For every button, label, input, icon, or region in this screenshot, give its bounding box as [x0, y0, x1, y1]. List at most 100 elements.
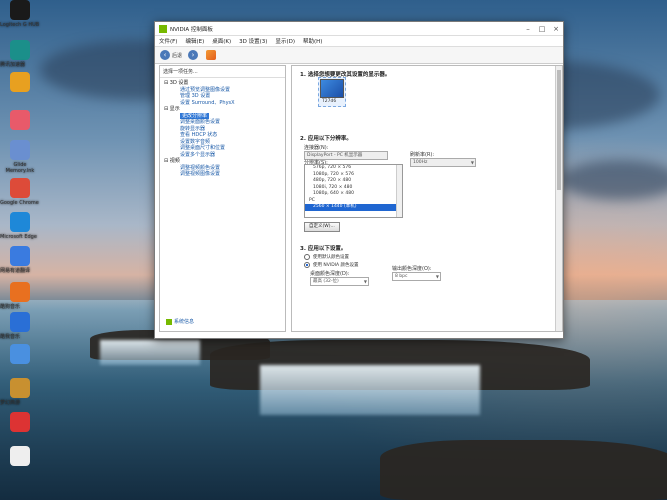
menu-file[interactable]: 文件(F): [159, 37, 177, 45]
tree-item-label: 调整视频颜色设置: [180, 164, 221, 171]
nvidia-logo-icon: [159, 24, 167, 33]
nvidia-color-label: 使用 NVIDIA 颜色设置: [313, 263, 359, 268]
system-info-link[interactable]: 系统信息: [166, 318, 194, 325]
monitor-label: T27d6: [322, 99, 337, 104]
app-icon: [10, 178, 30, 198]
desktop-depth-label: 桌面颜色深度(D):: [310, 271, 350, 277]
refresh-rate-label: 刷新率(R):: [410, 152, 435, 158]
wallpaper-rock: [380, 440, 667, 500]
back-arrow-icon[interactable]: ‹: [160, 50, 170, 60]
app-icon: [10, 110, 30, 130]
desktop-shortcut-label: 腾讯加速器: [0, 62, 26, 68]
app-icon: [10, 344, 30, 364]
wallpaper-waterfall: [100, 340, 200, 365]
tree-item-label: 旋转显示器: [180, 125, 206, 132]
menu-desktop[interactable]: 桌面(K): [212, 37, 231, 45]
close-icon[interactable]: ×: [549, 25, 563, 33]
tree-item-label: 通过预览调整图像设置: [180, 86, 231, 93]
content-pane: 1. 选择您想要更改其设置的显示器。 T27d6 2. 应用以下分辨率。 连接器…: [291, 65, 563, 332]
title-bar[interactable]: NVIDIA 控制面板 – □ ×: [155, 22, 563, 36]
app-icon: [10, 212, 30, 232]
tree-category-label: 3D 设置: [169, 80, 189, 86]
output-depth-select[interactable]: 8 bpc ▼: [392, 272, 441, 281]
desktop-shortcut[interactable]: [0, 110, 40, 132]
desktop-shortcut-label: Logitech G HUB: [0, 22, 40, 28]
tree-item-label: 管理 3D 设置: [180, 93, 211, 99]
tree-item-label: 查看 HDCP 状态: [180, 132, 218, 138]
desktop-shortcut[interactable]: 腾讯加速器: [0, 40, 40, 68]
desktop-shortcut[interactable]: 酷狗音乐: [0, 282, 40, 310]
desktop-shortcut-label: Microsoft Edge: [0, 234, 37, 240]
toolbar: ‹ 后退 ›: [155, 47, 563, 64]
desktop-shortcut-label: Glide Memory.lnk: [5, 162, 35, 174]
app-icon: [10, 0, 30, 20]
radio-button-icon: [304, 254, 310, 260]
step3-heading: 3. 应用以下设置。: [300, 246, 347, 252]
back-label[interactable]: 后退: [172, 52, 182, 59]
menu-display[interactable]: 显示(D): [275, 37, 295, 45]
default-color-label: 使用默认颜色设置: [313, 255, 349, 260]
default-color-radio[interactable]: 使用默认颜色设置: [304, 254, 349, 260]
desktop-shortcut[interactable]: [0, 72, 40, 94]
app-icon: [10, 378, 30, 398]
monitor-icon: [320, 79, 344, 98]
window-title: NVIDIA 控制面板: [170, 26, 213, 33]
desktop-shortcut-label: 梦幻西游: [0, 400, 21, 406]
chevron-down-icon: ▼: [435, 274, 439, 279]
desktop-shortcut[interactable]: Microsoft Edge: [0, 212, 40, 240]
desktop-shortcut[interactable]: [0, 412, 40, 434]
desktop-shortcut[interactable]: Logitech G HUB: [0, 0, 40, 28]
connector-label: 连接器(N):: [304, 145, 329, 151]
scroll-thumb[interactable]: [557, 70, 561, 190]
desktop-shortcut[interactable]: 酷我音乐: [0, 312, 40, 340]
app-icon: [10, 412, 30, 432]
minimize-icon[interactable]: –: [521, 25, 535, 33]
refresh-rate-select[interactable]: 100Hz ▼: [410, 158, 476, 167]
chevron-down-icon: ▼: [363, 279, 367, 284]
menu-3d-settings[interactable]: 3D 设置(3): [239, 37, 267, 45]
app-icon: [10, 282, 30, 302]
tree-item-label: 设置数字音频: [180, 138, 211, 145]
refresh-rate-value: 100Hz: [413, 160, 428, 165]
nvidia-color-radio[interactable]: 使用 NVIDIA 颜色设置: [304, 262, 359, 268]
desktop-shortcut[interactable]: 网易有道翻译: [0, 246, 40, 274]
home-icon[interactable]: [206, 50, 217, 60]
desktop-shortcut[interactable]: Google Chrome: [0, 178, 40, 206]
tree-category-label: 视频: [169, 158, 180, 164]
tree-category-label: 显示: [169, 106, 180, 112]
menu-help[interactable]: 帮助(H): [303, 37, 322, 45]
desktop-shortcut-label: 酷我音乐: [0, 334, 21, 340]
tree-item-label: 调整桌面尺寸和位置: [180, 145, 226, 151]
step2-heading: 2. 应用以下分辨率。: [300, 136, 352, 142]
desktop-shortcut[interactable]: 梦幻西游: [0, 378, 40, 406]
resolution-list-scrollbar[interactable]: [396, 165, 402, 217]
chevron-down-icon: ▼: [470, 160, 474, 165]
app-icon: [10, 446, 30, 466]
nvidia-control-panel-window: NVIDIA 控制面板 – □ × 文件(F) 编辑(E) 桌面(K) 3D 设…: [154, 21, 564, 339]
output-depth-value: 8 bpc: [395, 274, 408, 279]
tree-item-label: 设置多个显示器: [180, 151, 216, 158]
task-header: 选择一项任务...: [160, 66, 285, 78]
tree-item[interactable]: 调整视频图像设置: [164, 171, 285, 178]
menu-edit[interactable]: 编辑(E): [185, 37, 204, 45]
resolution-option[interactable]: 2560 × 1440 (本机): [305, 204, 402, 211]
tree-item-label: 调整桌面颜色设置: [180, 119, 221, 125]
desktop-shortcut[interactable]: Glide Memory.lnk: [0, 140, 40, 174]
radio-button-icon: [304, 262, 310, 268]
output-depth-label: 输出颜色深度(O):: [392, 266, 432, 272]
customize-button[interactable]: 自定义(W)...: [304, 222, 340, 232]
maximize-icon[interactable]: □: [535, 25, 549, 33]
desktop-shortcut-label: 酷狗音乐: [0, 304, 21, 310]
desktop-depth-select[interactable]: 最高 (32-位) ▼: [310, 277, 369, 286]
desktop-shortcut[interactable]: [0, 344, 40, 366]
content-scrollbar[interactable]: [555, 66, 562, 331]
app-icon: [10, 140, 30, 160]
info-icon: [166, 318, 172, 325]
desktop-shortcut[interactable]: [0, 446, 40, 468]
wallpaper-waterfall: [260, 365, 480, 415]
resolution-list[interactable]: 576p, 720 × 576 1080p, 720 × 576 480p, 720…: [304, 164, 403, 218]
app-icon: [10, 312, 30, 332]
tree-item-label: 设置 Surround、PhysX: [180, 99, 235, 106]
forward-arrow-icon[interactable]: ›: [188, 50, 199, 60]
tree-item-label: 调整视频图像设置: [180, 171, 221, 177]
